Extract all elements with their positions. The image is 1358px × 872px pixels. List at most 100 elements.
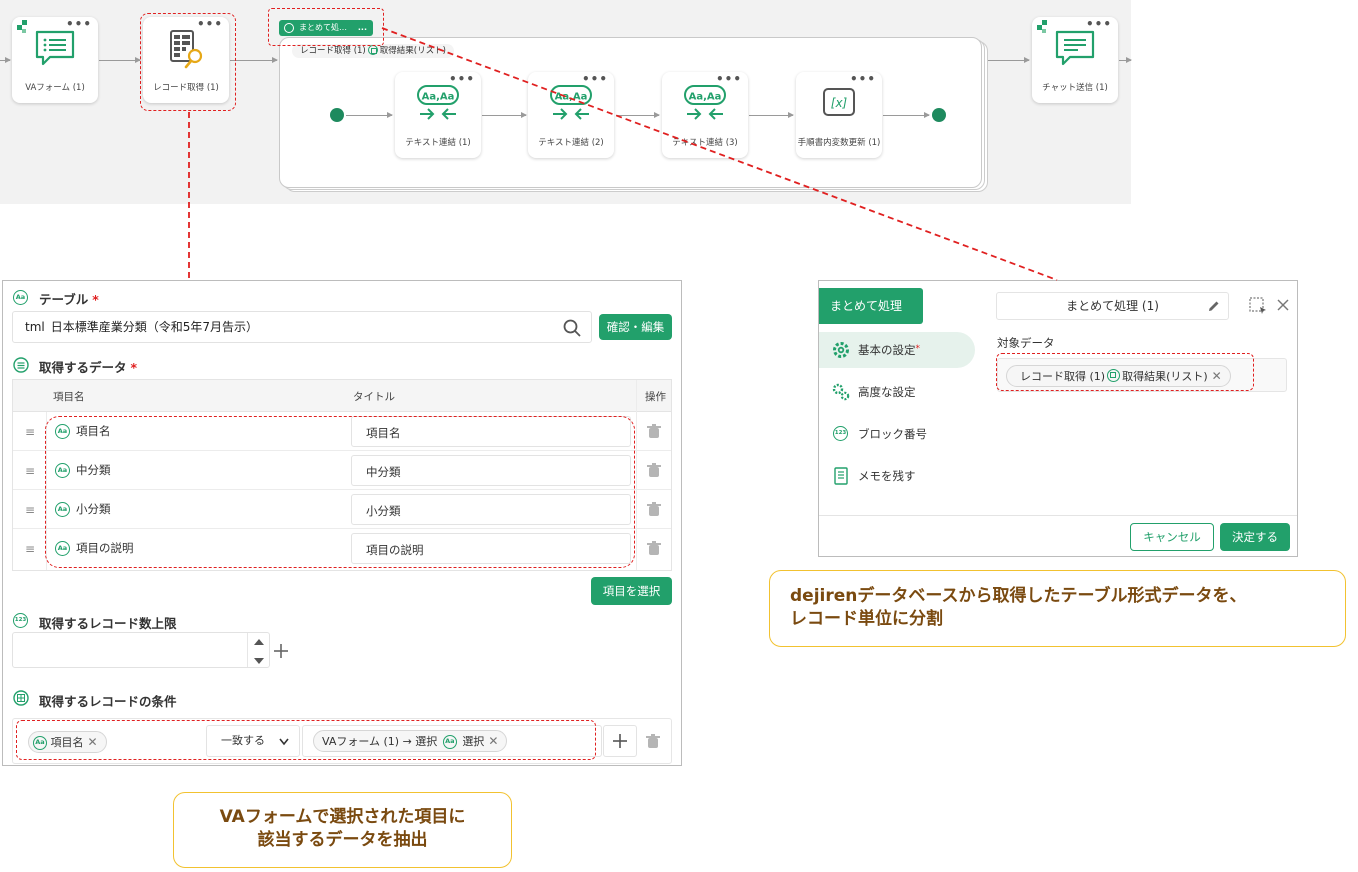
variable-icon: [x] [823,88,855,116]
select-items-button[interactable]: 項目を選択 [591,577,672,605]
group-end-dot [932,108,946,122]
menu-block-number-label: ブロック番号 [858,427,927,441]
target-data-label: 対象データ [997,336,1055,350]
menu-memo[interactable]: メモを残す [819,458,975,494]
callout-record-get: VAフォームで選択された項目に 該当するデータを抽出 [173,792,512,868]
record-limit-label: 取得するレコード数上限 [39,616,177,631]
menu-memo-label: メモを残す [858,469,916,483]
node-text-concat-1[interactable]: ••• Aa,Aa テキスト連結 (1) [395,72,481,158]
highlight-target-data [996,353,1254,391]
number-type-icon: 123 [13,613,28,628]
connector [482,112,527,118]
spin-up-icon[interactable] [248,633,270,650]
node-label: テキスト連結 (1) [405,138,471,148]
plus-icon [613,734,627,748]
chat-message-icon [1055,30,1095,66]
drag-handle-icon[interactable]: ≡ [25,503,35,517]
table-header: 項目名 タイトル 操作 [13,380,671,412]
node-label: チャット送信 (1) [1042,83,1108,93]
group-start-dot [330,108,344,122]
concat-icon-text: Aa,Aa [689,92,722,103]
concat-icon-text: Aa,Aa [422,92,455,103]
list-icon [13,357,29,373]
record-limit-input[interactable] [12,632,270,668]
trash-icon[interactable] [647,502,661,517]
col-item-header: 項目名 [53,391,85,403]
dejiren-logo-icon [1037,20,1047,33]
node-text-concat-3[interactable]: ••• Aa,Aa テキスト連結 (3) [662,72,748,158]
text-concat-icon: Aa,Aa [684,85,726,120]
text-type-icon: Aa [13,290,28,305]
trash-icon[interactable] [647,541,661,556]
connector [883,112,930,118]
node-variable-update[interactable]: ••• [x] 手順書内変数更新 (1) [796,72,882,158]
highlight-condition [16,720,596,760]
number-type-icon: 123 [833,426,848,441]
connector [346,112,393,118]
node-label: テキスト連結 (2) [538,138,604,148]
memo-icon [834,467,848,485]
decide-button[interactable]: 決定する [1220,523,1290,551]
drag-handle-icon[interactable]: ≡ [25,425,35,439]
table-label: テーブル * [39,292,99,307]
connector [1119,57,1132,63]
callout-batch-process: dejirenデータベースから取得したテーブル形式データを、 レコード単位に分割 [769,570,1346,647]
message-form-icon [35,30,75,66]
col-title-header: タイトル [353,391,395,403]
spin-down-icon[interactable] [248,653,270,670]
connector [99,57,141,63]
close-icon[interactable] [1277,299,1289,311]
callout-right-line-2: レコード単位に分割 [790,609,943,629]
gears-icon [832,383,850,401]
node-chat-send[interactable]: ••• チャット送信 (1) [1032,17,1118,103]
concat-icon-text: Aa,Aa [555,92,588,103]
number-spinner[interactable] [247,633,269,667]
add-condition-button[interactable] [603,725,637,757]
highlight-batch-tag [268,8,384,46]
node-label: 手順書内変数更新 (1) [797,138,881,148]
text-concat-icon: Aa,Aa [550,85,592,120]
trash-icon[interactable] [647,424,661,439]
menu-basic-settings-label: 基本の設定* [858,343,920,357]
node-va-form[interactable]: ••• VAフォーム (1) [12,17,98,103]
callout-right-line-1: dejirenデータベースから取得したテーブル形式データを、 [790,586,1247,606]
connector [230,57,278,63]
connector [616,112,660,118]
table-icon [13,690,29,706]
table-icon [367,45,378,55]
group-target-source: レコード取得 (1) [300,46,366,56]
table-input[interactable] [12,311,592,343]
process-name-input[interactable]: まとめて処理 (1) [996,292,1229,320]
drag-handle-icon[interactable]: ≡ [25,542,35,556]
drag-handle-icon[interactable]: ≡ [25,464,35,478]
table-input-field[interactable] [25,319,545,333]
trash-icon[interactable] [646,734,660,749]
search-icon[interactable] [563,319,581,337]
menu-basic-settings[interactable]: 基本の設定* [819,332,975,368]
callout-left-line-1: VAフォームで選択された項目に [219,807,466,827]
trash-icon[interactable] [647,463,661,478]
select-area-icon[interactable] [1249,297,1267,315]
node-label: VAフォーム (1) [25,83,85,93]
menu-advanced-settings-label: 高度な設定 [858,385,916,399]
record-condition-label: 取得するレコードの条件 [39,694,177,709]
variable-icon-text: [x] [831,96,848,110]
dejiren-logo-icon [17,20,27,33]
menu-advanced-settings[interactable]: 高度な設定 [819,374,975,410]
connector [749,112,794,118]
col-op-header: 操作 [645,391,666,403]
gear-icon [833,342,849,358]
cancel-button[interactable]: キャンセル [1130,523,1214,551]
pencil-icon[interactable] [1208,300,1220,312]
batch-process-settings-panel: まとめて処理 基本の設定* 高度な設定 123 ブロック番号 メモを残す まとめ… [818,280,1298,557]
connector [985,57,1030,63]
batch-process-tab[interactable]: まとめて処理 [819,288,923,324]
group-target-chip: レコード取得 (1) 取得結果(リスト) [292,44,454,58]
connector [0,57,11,63]
confirm-edit-button[interactable]: 確認・編集 [599,314,672,340]
callout-left-line-2: 該当するデータを抽出 [257,830,428,850]
node-text-concat-2[interactable]: ••• Aa,Aa テキスト連結 (2) [528,72,614,158]
highlight-record-get-node [140,13,236,111]
menu-block-number[interactable]: 123 ブロック番号 [819,416,975,452]
plus-icon[interactable] [273,643,289,659]
